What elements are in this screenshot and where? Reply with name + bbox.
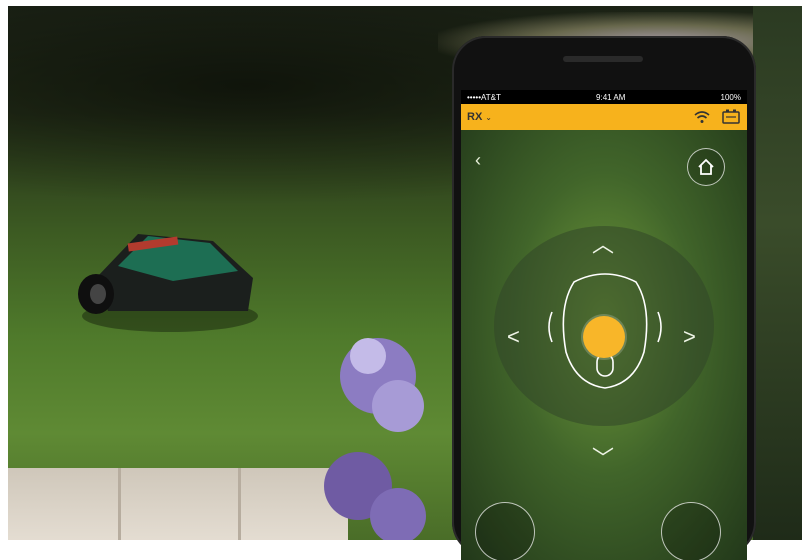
- chevron-down-icon[interactable]: ⌄: [485, 113, 492, 122]
- move-forward-button[interactable]: ︿: [592, 234, 614, 256]
- home-icon: [698, 158, 714, 175]
- bottom-left-button[interactable]: [475, 502, 535, 560]
- mower-status-icon[interactable]: [721, 109, 741, 125]
- stone-path: [8, 468, 348, 540]
- hedge: [753, 6, 802, 540]
- purple-flowers: [324, 338, 426, 540]
- phone-speaker: [563, 56, 643, 62]
- chevron-left-icon[interactable]: ‹: [475, 150, 481, 171]
- smartphone: •••••AT&T 9:41 AM 100% RX ⌄ ‹ ︿ ﹀ < >: [452, 36, 756, 560]
- turn-right-button[interactable]: >: [683, 326, 696, 348]
- clock-label: 9:41 AM: [596, 92, 626, 102]
- joystick-knob[interactable]: [583, 316, 625, 358]
- battery-label: 100%: [720, 92, 741, 102]
- mower-model-selector[interactable]: RX: [467, 111, 482, 123]
- turn-left-button[interactable]: <: [507, 326, 520, 348]
- stone-gap: [118, 468, 121, 540]
- stone-gap: [238, 468, 241, 540]
- app-header: RX ⌄: [461, 104, 747, 130]
- remote-control-view: ‹ ︿ ﹀ < >: [461, 130, 747, 560]
- home-button[interactable]: [687, 148, 725, 186]
- carrier-label: •••••AT&T: [467, 92, 501, 102]
- wifi-icon: [694, 111, 710, 123]
- move-backward-button[interactable]: ﹀: [592, 448, 614, 470]
- robot-mower: [78, 234, 258, 332]
- bottom-right-button[interactable]: [661, 502, 721, 560]
- status-bar: •••••AT&T 9:41 AM 100%: [461, 90, 747, 104]
- app-screen: •••••AT&T 9:41 AM 100% RX ⌄ ‹ ︿ ﹀ < >: [461, 90, 747, 560]
